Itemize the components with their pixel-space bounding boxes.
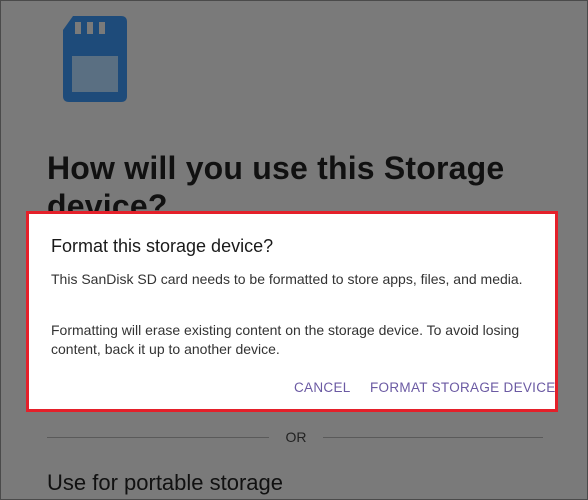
format-dialog: Format this storage device? This SanDisk… [26, 211, 558, 412]
dialog-title: Format this storage device? [51, 236, 274, 256]
divider-line-left [47, 437, 269, 438]
dialog-message-erase-warning: Formatting will erase existing content o… [51, 322, 520, 357]
format-storage-device-button[interactable]: FORMAT STORAGE DEVICE [370, 379, 556, 397]
page-title-line-1: How will you use this Storage [47, 150, 505, 186]
dialog-message-format-required: This SanDisk SD card needs to be formatt… [51, 271, 523, 287]
divider-line-right [323, 437, 543, 438]
sd-card-icon [63, 16, 127, 102]
cancel-button[interactable]: CANCEL [294, 379, 351, 397]
divider-label: OR [285, 429, 307, 445]
screen: How will you use this Storage device? OR… [0, 0, 588, 500]
or-divider: OR [47, 428, 543, 446]
portable-storage-option[interactable]: Use for portable storage [47, 469, 283, 497]
